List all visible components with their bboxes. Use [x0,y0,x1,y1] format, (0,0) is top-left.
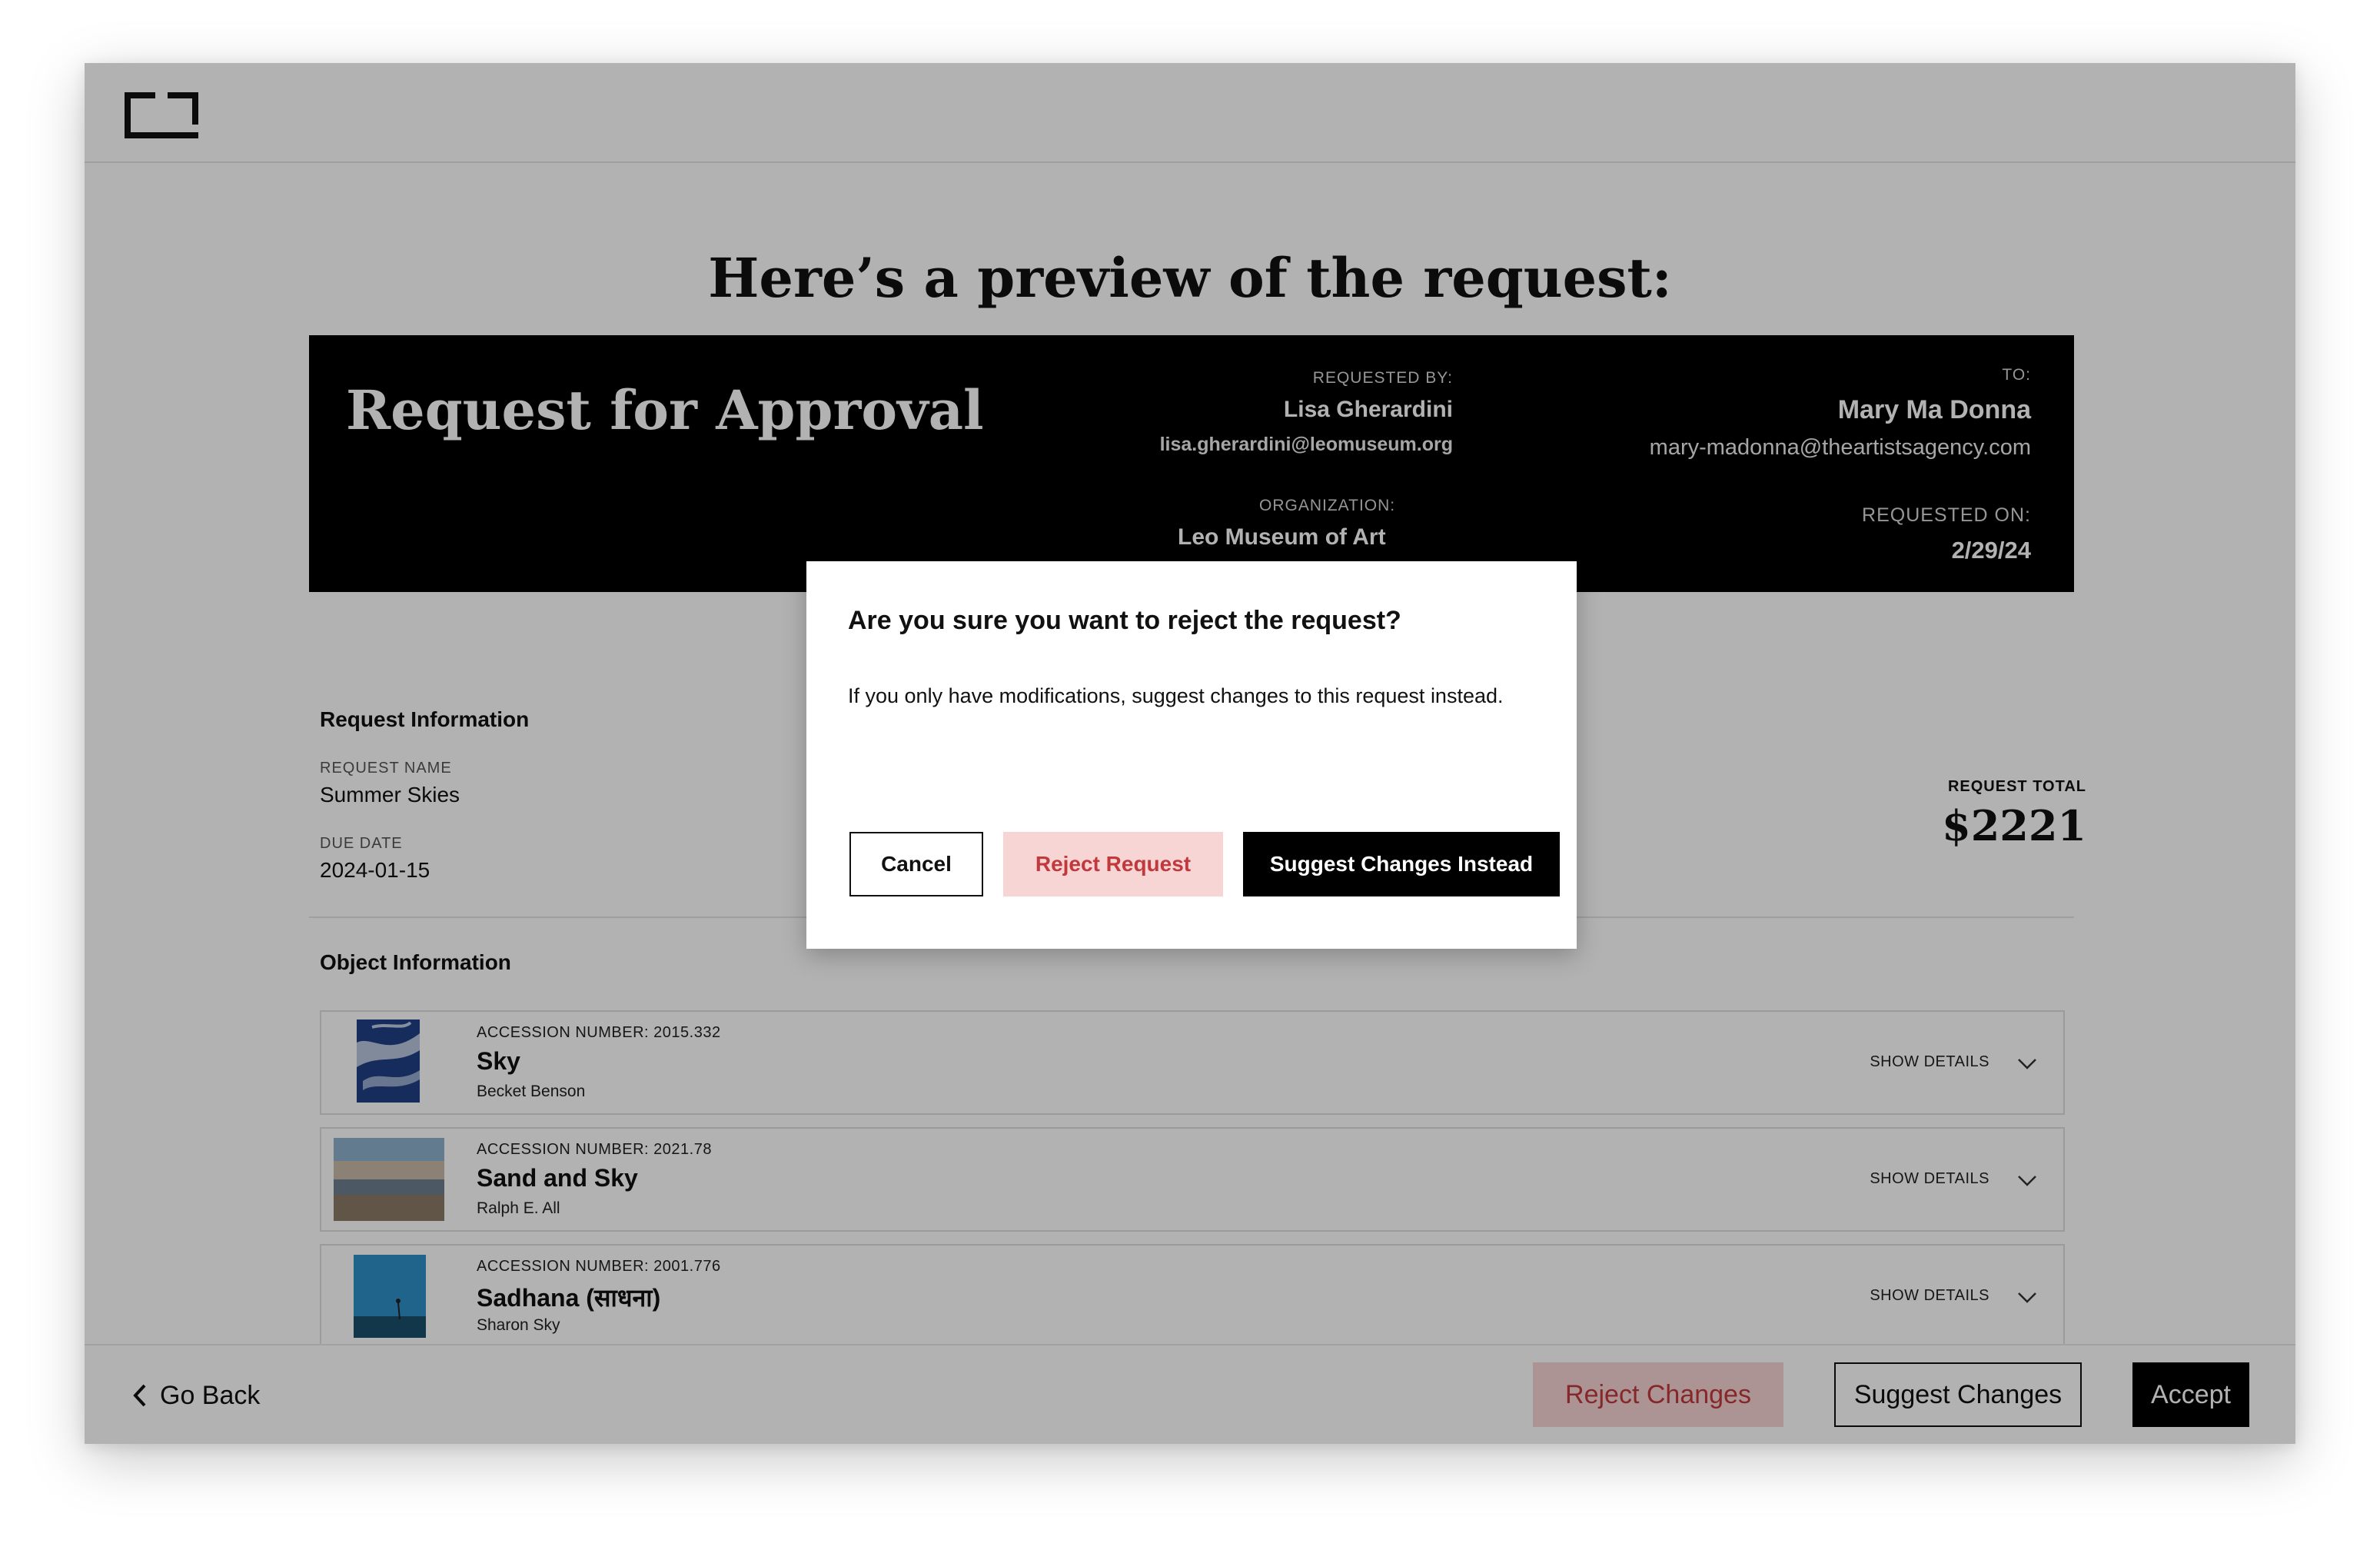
reject-request-button[interactable]: Reject Request [1003,832,1223,896]
cancel-button[interactable]: Cancel [849,832,983,896]
dialog-message: If you only have modifications, suggest … [848,684,1504,707]
app-window: Here’s a preview of the request: Request… [85,63,2295,1444]
reject-confirmation-dialog: Are you sure you want to reject the requ… [806,561,1577,949]
dialog-title: Are you sure you want to reject the requ… [848,606,1401,635]
suggest-changes-instead-button[interactable]: Suggest Changes Instead [1243,832,1560,896]
